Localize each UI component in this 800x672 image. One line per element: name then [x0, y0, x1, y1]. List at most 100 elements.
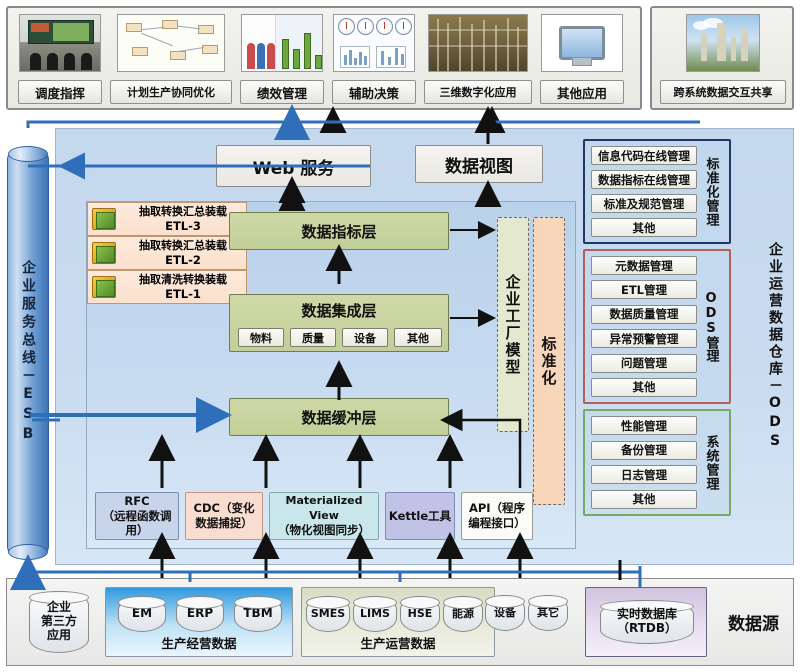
web-service-box[interactable]: Web 服务 — [216, 145, 371, 187]
group-label: 生产运营数据 — [360, 636, 436, 651]
third-party-line2: 第三方 — [40, 614, 77, 629]
connector-cdc[interactable]: CDC（变化 数据捕捉） — [185, 492, 263, 540]
etl-3-box[interactable]: 抽取转换汇总装载 ETL-3 — [87, 202, 247, 236]
rtdb-group: 实时数据库 （RTDB） — [585, 587, 707, 657]
performance-chart-icon — [241, 14, 323, 72]
standardization-management-group: 信息代码在线管理 数据指标在线管理 标准及规范管理 其他 标准化管理 — [583, 139, 731, 244]
etl-code: ETL-2 — [165, 252, 201, 267]
db-cylinder[interactable]: TBM — [234, 596, 282, 632]
enterprise-service-bus: 企业服务总线－ESB — [7, 146, 49, 560]
app-card-planning[interactable]: 计划生产协同优化 — [110, 14, 232, 104]
mgmt-item[interactable]: 信息代码在线管理 — [591, 146, 697, 165]
db-cylinder[interactable]: ERP — [176, 596, 224, 632]
third-party-line3: 应用 — [46, 627, 71, 642]
decision-gauges-icon — [333, 14, 415, 72]
app-card-label: 计划生产协同优化 — [110, 80, 232, 104]
app-card-label: 其他应用 — [540, 80, 624, 104]
mgmt-item[interactable]: 数据指标在线管理 — [591, 170, 697, 189]
db-cylinder-equipment[interactable]: 设备 — [485, 595, 525, 631]
rtdb-line2: （RTDB） — [616, 621, 677, 635]
connector-api[interactable]: API（程序 编程接口） — [461, 492, 533, 540]
rtdb-cylinder[interactable]: 实时数据库 （RTDB） — [600, 600, 694, 644]
db-cylinder-other[interactable]: 其它 — [528, 595, 568, 631]
db-cylinder[interactable]: HSE — [400, 596, 440, 632]
rtdb-line1: 实时数据库 — [616, 607, 677, 622]
connector-line2: 编程接口） — [468, 516, 526, 530]
data-integration-layer[interactable]: 数据集成层 物料 质量 设备 其他 — [229, 294, 449, 352]
planning-diagram-icon — [117, 14, 225, 72]
connector-rfc[interactable]: RFC （远程函数调用） — [95, 492, 179, 540]
app-card-label: 绩效管理 — [240, 80, 324, 104]
cross-system-sharing-bar: 跨系统数据交互共享 — [650, 6, 794, 110]
data-source-title: 数据源 — [728, 614, 779, 635]
app-card-label: 辅助决策 — [332, 80, 416, 104]
db-cylinder[interactable]: LIMS — [353, 596, 397, 632]
etl-1-box[interactable]: 抽取清洗转换装载 ETL-1 — [87, 270, 247, 304]
mgmt-item[interactable]: 日志管理 — [591, 465, 697, 485]
app-card-decision[interactable]: 辅助决策 — [332, 14, 416, 104]
app-card-label: 调度指挥 — [18, 80, 102, 104]
mgmt-item[interactable]: ETL管理 — [591, 280, 697, 300]
db-cylinder[interactable]: EM — [118, 596, 166, 632]
mgmt-item[interactable]: 问题管理 — [591, 353, 697, 373]
data-indicator-layer[interactable]: 数据指标层 — [229, 212, 449, 250]
db-cylinder[interactable]: SMES — [306, 596, 350, 632]
app-card-label: 跨系统数据交互共享 — [660, 80, 786, 104]
connector-line1: API（程序 — [468, 501, 526, 516]
integration-sub-other[interactable]: 其他 — [394, 328, 442, 347]
data-buffer-layer[interactable]: 数据缓冲层 — [229, 398, 449, 436]
mgmt-group-title: 系统管理 — [703, 434, 719, 491]
production-business-data-group: EM ERP TBM 生产经营数据 — [105, 587, 293, 657]
mgmt-item[interactable]: 数据质量管理 — [591, 304, 697, 324]
connector-line2: （远程函数调用） — [102, 508, 172, 538]
connector-line1: CDC（变化 — [193, 501, 255, 516]
ods-panel-label: 企业运营数据仓库－ODS — [767, 241, 783, 452]
mgmt-item[interactable]: 标准及规范管理 — [591, 194, 697, 213]
connector-line1: Materialized View — [285, 494, 363, 522]
integration-sub-quality[interactable]: 质量 — [290, 328, 336, 347]
mgmt-item[interactable]: 元数据管理 — [591, 256, 697, 275]
app-card-3d[interactable]: 三维数字化应用 — [424, 14, 532, 104]
mgmt-item[interactable]: 其他 — [591, 377, 697, 397]
standardization-panel: 标准化 — [533, 217, 565, 505]
mgmt-item[interactable]: 异常预警管理 — [591, 329, 697, 349]
architecture-diagram: 调度指挥 计划生产协同优化 绩效管理 辅助决策 三维数字化应用 其他应用 跨系统… — [0, 0, 800, 672]
etl-title: 抽取转换汇总装载 — [139, 204, 227, 218]
app-card-performance[interactable]: 绩效管理 — [240, 14, 324, 104]
etl-code: ETL-1 — [165, 286, 201, 301]
integration-sub-equipment[interactable]: 设备 — [342, 328, 388, 347]
application-layer-bar: 调度指挥 计划生产协同优化 绩效管理 辅助决策 三维数字化应用 其他应用 — [6, 6, 642, 110]
etl-icon — [92, 276, 116, 298]
connector-line2: （物化视图同步） — [278, 522, 370, 537]
app-card-other[interactable]: 其他应用 — [540, 14, 624, 104]
etl-2-box[interactable]: 抽取转换汇总装载 ETL-2 — [87, 236, 247, 270]
ods-panel: 企业运营数据仓库－ODS Web 服务 数据视图 数据指标层 抽取转换汇总装载 … — [55, 128, 794, 565]
mgmt-item[interactable]: 其他 — [591, 218, 697, 237]
app-card-label: 三维数字化应用 — [424, 80, 532, 104]
plant-3d-icon — [428, 14, 528, 72]
integration-sub-material[interactable]: 物料 — [238, 328, 284, 347]
app-card-cross-system[interactable]: 跨系统数据交互共享 — [660, 14, 786, 104]
etl-code: ETL-3 — [165, 218, 201, 233]
data-view-box[interactable]: 数据视图 — [415, 145, 543, 183]
third-party-line1: 企业 — [46, 600, 71, 615]
control-room-icon — [19, 14, 101, 72]
mgmt-group-title: 标准化管理 — [703, 156, 719, 227]
mgmt-item[interactable]: 其他 — [591, 489, 697, 509]
app-card-dispatch[interactable]: 调度指挥 — [18, 14, 102, 104]
third-party-app-cylinder[interactable]: 企业 第三方 应用 — [29, 591, 89, 653]
connector-line2: 数据捕捉） — [195, 516, 253, 530]
db-cylinder[interactable]: 能源 — [443, 596, 483, 632]
etl-title: 抽取清洗转换装载 — [139, 272, 227, 286]
mgmt-item[interactable]: 备份管理 — [591, 440, 697, 460]
mgmt-group-title: ODS管理 — [703, 291, 719, 362]
mgmt-item[interactable]: 性能管理 — [591, 416, 697, 435]
connector-kettle[interactable]: Kettle工具 — [385, 492, 455, 540]
ods-management-group: 元数据管理 ETL管理 数据质量管理 异常预警管理 问题管理 其他 ODS管理 — [583, 249, 731, 404]
system-management-group: 性能管理 备份管理 日志管理 其他 系统管理 — [583, 409, 731, 516]
connector-materialized-view[interactable]: Materialized View （物化视图同步） — [269, 492, 379, 540]
refinery-photo-icon — [686, 14, 760, 72]
group-label: 生产经营数据 — [161, 636, 237, 651]
etl-icon — [92, 242, 116, 264]
etl-icon — [92, 208, 116, 230]
